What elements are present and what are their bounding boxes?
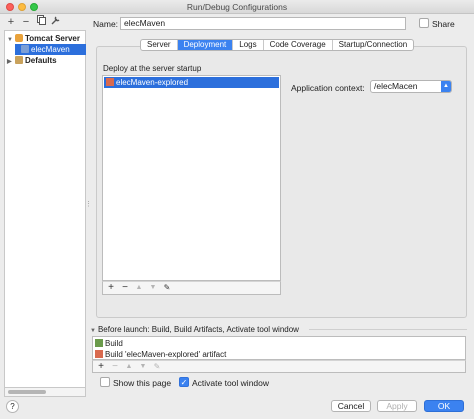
before-launch-section[interactable]: ▼ Before launch: Build, Build Artifacts, …	[90, 325, 299, 334]
tree-node-tomcat-server[interactable]: ▼ Tomcat Server	[7, 33, 80, 44]
application-context-select[interactable]: /elecMacen ▲	[370, 80, 452, 93]
remove-task-button[interactable]: −	[109, 361, 121, 373]
edit-pencil-icon[interactable]: ✎	[151, 361, 163, 373]
before-launch-toolbar: + − ▲ ▼ ✎	[92, 360, 466, 373]
tab-startup-connection[interactable]: Startup/Connection	[333, 40, 413, 50]
remove-artifact-button[interactable]: −	[119, 282, 131, 294]
apply-button[interactable]: Apply	[377, 400, 417, 412]
tree-horizontal-scrollbar[interactable]	[4, 388, 86, 397]
activate-tool-window-checkbox[interactable]: ✓	[179, 377, 189, 387]
edit-pencil-icon[interactable]: ✎	[161, 282, 173, 294]
move-up-icon[interactable]: ▲	[133, 282, 145, 294]
window-title: Run/Debug Configurations	[186, 2, 288, 12]
dropdown-arrow-icon[interactable]: ▲	[441, 81, 451, 92]
name-label: Name:	[93, 19, 119, 29]
configurations-pane: + − ▼ Tomcat Server elecMaven ▶ Defaults	[0, 14, 86, 398]
show-this-page-checkbox[interactable]	[100, 377, 110, 387]
move-down-icon[interactable]: ▼	[137, 361, 149, 373]
expand-arrow-icon[interactable]: ▼	[7, 35, 15, 46]
run-config-icon	[21, 45, 29, 53]
move-down-icon[interactable]: ▼	[147, 282, 159, 294]
collapse-arrow-icon[interactable]: ▶	[7, 57, 15, 68]
defaults-icon	[15, 56, 23, 64]
artifact-icon	[106, 78, 114, 86]
artifact-icon	[95, 350, 103, 358]
deployment-list[interactable]: elecMaven-explored	[102, 75, 281, 281]
pane-splitter-handle[interactable]: ⋮	[85, 200, 92, 214]
add-task-button[interactable]: +	[95, 361, 107, 373]
before-launch-list[interactable]: Build Build 'elecMaven-explored' artifac…	[92, 336, 466, 360]
help-button[interactable]: ?	[6, 400, 19, 413]
tree-node-elecmaven[interactable]: elecMaven	[15, 44, 86, 55]
list-item[interactable]: Build	[95, 338, 123, 349]
list-item[interactable]: elecMaven-explored	[104, 77, 279, 88]
move-up-icon[interactable]: ▲	[123, 361, 135, 373]
list-item[interactable]: Build 'elecMaven-explored' artifact	[95, 349, 226, 360]
deployment-toolbar: + − ▲ ▼ ✎	[102, 281, 281, 295]
configurations-toolbar: + −	[0, 14, 86, 30]
settings-wrench-icon[interactable]	[50, 15, 62, 29]
tab-deployment[interactable]: Deployment	[177, 40, 234, 50]
add-artifact-button[interactable]: +	[105, 282, 117, 294]
tab-logs[interactable]: Logs	[233, 40, 264, 50]
remove-configuration-button[interactable]: −	[20, 15, 32, 29]
configuration-tabs: Server Deployment Logs Code Coverage Sta…	[140, 39, 415, 51]
show-this-page-label: Show this page	[113, 378, 172, 388]
name-input[interactable]: elecMaven	[120, 17, 406, 30]
share-label: Share	[432, 19, 455, 29]
cancel-button[interactable]: Cancel	[331, 400, 371, 412]
chevron-down-icon[interactable]: ▼	[90, 328, 96, 334]
scrollbar-thumb[interactable]	[8, 390, 46, 394]
application-context-label: Application context:	[291, 83, 365, 93]
tree-node-defaults[interactable]: ▶ Defaults	[7, 55, 57, 66]
ok-button[interactable]: OK	[424, 400, 464, 412]
share-checkbox[interactable]	[419, 18, 429, 28]
configurations-tree[interactable]: ▼ Tomcat Server elecMaven ▶ Defaults	[4, 30, 86, 388]
deploy-heading: Deploy at the server startup	[103, 64, 202, 73]
build-icon	[95, 339, 103, 347]
copy-configuration-icon[interactable]	[35, 15, 47, 29]
activate-tool-window-label: Activate tool window	[192, 378, 270, 388]
tab-server[interactable]: Server	[141, 40, 178, 50]
tomcat-icon	[15, 34, 23, 42]
title-bar: Run/Debug Configurations	[0, 0, 474, 14]
section-divider	[309, 329, 467, 330]
tab-code-coverage[interactable]: Code Coverage	[264, 40, 333, 50]
add-configuration-button[interactable]: +	[5, 15, 17, 29]
